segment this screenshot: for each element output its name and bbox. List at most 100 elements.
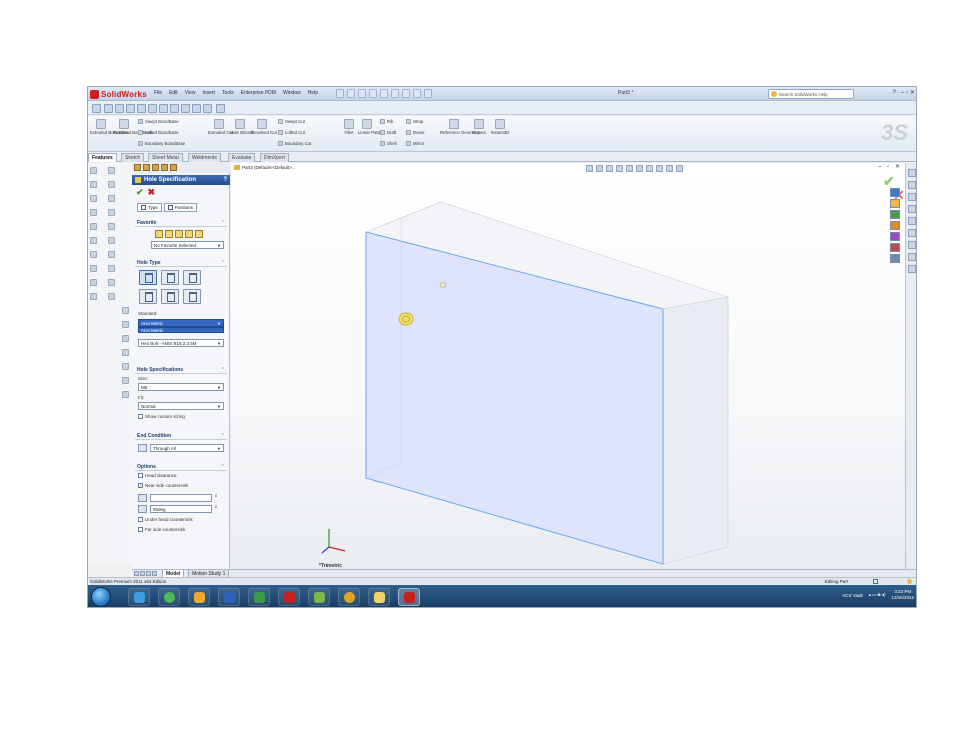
last-tab-icon[interactable]: [152, 571, 157, 576]
point-icon[interactable]: [90, 251, 97, 258]
relations-icon[interactable]: [108, 237, 115, 244]
countersink-icon[interactable]: [161, 270, 179, 285]
angle-spinner-icon[interactable]: ⇕: [214, 505, 218, 513]
instant3d-button[interactable]: Instant3D: [490, 119, 510, 135]
rotate-icon[interactable]: [108, 293, 115, 300]
far-side-countersink-checkbox[interactable]: Far side countersink: [138, 527, 186, 532]
undo-icon[interactable]: [380, 89, 388, 98]
wrap-button[interactable]: Wrap: [406, 119, 423, 124]
display-icon[interactable]: [203, 104, 212, 113]
extruded-cut-button[interactable]: Extruded Cut: [208, 119, 233, 135]
solidworks-resources-icon[interactable]: [908, 169, 916, 177]
line-icon[interactable]: [108, 167, 115, 174]
sketch-line-icon[interactable]: [216, 104, 225, 113]
countersink-angle-input[interactable]: 90deg: [150, 505, 212, 513]
delete-favorite-icon[interactable]: [185, 230, 193, 238]
reference-plane-icon[interactable]: [122, 307, 129, 314]
revolved-boss-button[interactable]: Revolved Boss/Base: [113, 119, 153, 135]
menu-enterprise-pdm[interactable]: Enterprise PDM: [241, 90, 276, 96]
tab-dimxpert[interactable]: DimXpert: [260, 153, 289, 162]
menu-file[interactable]: File: [154, 90, 162, 96]
menu-edit[interactable]: Edit: [169, 90, 178, 96]
draft-button[interactable]: Draft: [380, 130, 396, 135]
new-document-icon[interactable]: [336, 89, 344, 98]
outlook-taskbar-button[interactable]: [188, 588, 210, 606]
type-select[interactable]: Hex Bolt - ANSI B18.2.3.5M ▼: [138, 339, 224, 347]
convert-entities-icon[interactable]: [108, 223, 115, 230]
counterbore-icon[interactable]: [139, 270, 157, 285]
configuration-manager-icon[interactable]: [152, 164, 159, 171]
help-status-icon[interactable]: [907, 579, 912, 584]
first-tab-icon[interactable]: [134, 571, 139, 576]
previous-tab-icon[interactable]: [140, 571, 145, 576]
lofted-cut-button[interactable]: Lofted Cut: [278, 130, 305, 135]
chamfer-icon[interactable]: [148, 104, 157, 113]
graphics-area[interactable]: Part3 (Default<<Default>... – ▫ ✕ ✔ ✕: [231, 163, 905, 575]
print-icon[interactable]: [369, 89, 377, 98]
tab-type[interactable]: Type: [137, 203, 162, 212]
swept-boss-button[interactable]: Swept Boss/Base: [138, 119, 179, 124]
resources-tab-icon[interactable]: [890, 188, 900, 197]
diameter-spinner-icon[interactable]: ⇕: [214, 494, 218, 502]
cancel-button[interactable]: ✖: [148, 187, 156, 197]
hole-specifications-header[interactable]: Hole Specifications ⌃: [135, 366, 227, 374]
appearance-icon[interactable]: [192, 104, 201, 113]
tab-positions[interactable]: Positions: [163, 203, 198, 212]
add-favorite-icon[interactable]: [165, 230, 173, 238]
lofted-boss-button[interactable]: Lofted Boss/Base: [138, 130, 179, 135]
appearance-tab-icon[interactable]: [890, 232, 900, 241]
feature-tree-icon[interactable]: [134, 164, 141, 171]
property-manager-icon[interactable]: [143, 164, 150, 171]
apply-defaults-icon[interactable]: [155, 230, 163, 238]
shell-icon[interactable]: [159, 104, 168, 113]
mirror-icon[interactable]: [181, 104, 190, 113]
toolbox-icon[interactable]: [908, 253, 916, 261]
dome-button[interactable]: Dome: [406, 130, 424, 135]
tab-evaluate[interactable]: Evaluate: [228, 153, 256, 162]
view-palette-icon[interactable]: [908, 217, 916, 225]
pin-icon[interactable]: [92, 104, 101, 113]
legacy-hole-icon[interactable]: [183, 289, 201, 304]
extruded-boss-button[interactable]: Extruded Boss/Base: [90, 119, 129, 135]
start-button-icon[interactable]: [91, 587, 111, 607]
menu-insert[interactable]: Insert: [202, 90, 215, 96]
properties-tab-icon[interactable]: [890, 243, 900, 252]
file-explorer-taskbar-button[interactable]: [368, 588, 390, 606]
trim-icon[interactable]: [90, 265, 97, 272]
swept-cut-button[interactable]: Swept Cut: [278, 119, 305, 124]
tray-icons[interactable]: ▴ ▭ ◙ ◂): [869, 592, 886, 598]
standard-dropdown-option[interactable]: Ansi Metric: [138, 327, 224, 333]
head-clearance-checkbox[interactable]: Head clearance: [138, 473, 177, 478]
axis-icon[interactable]: [122, 321, 129, 328]
extend-icon[interactable]: [108, 209, 115, 216]
show-custom-sizing-checkbox[interactable]: Show custom sizing: [138, 414, 185, 419]
tab-weldments[interactable]: Weldments: [188, 153, 221, 162]
palette-tab-icon[interactable]: [890, 221, 900, 230]
reference-geometry-button[interactable]: Reference Geometry: [440, 119, 480, 135]
end-condition-header[interactable]: End Condition ⌃: [135, 432, 227, 440]
search-icon[interactable]: [908, 205, 916, 213]
hole-wizard-button[interactable]: Hole Wizard: [230, 119, 253, 135]
tab-sketch[interactable]: Sketch: [121, 153, 145, 162]
help-search-box[interactable]: Search SolidWorks Help: [768, 89, 854, 99]
library-tab-icon[interactable]: [890, 199, 900, 208]
fillet-icon[interactable]: [137, 104, 146, 113]
hole-icon[interactable]: [183, 270, 201, 285]
menu-window[interactable]: Window: [283, 90, 301, 96]
linear-pattern-button[interactable]: Linear Pattern: [358, 119, 385, 135]
favorite-header[interactable]: Favorite ⌃: [135, 219, 227, 227]
tray-label[interactable]: ACS Vault: [842, 593, 862, 598]
appearances-icon[interactable]: [908, 229, 916, 237]
cut-icon[interactable]: [126, 104, 135, 113]
sketch-icon[interactable]: [104, 104, 113, 113]
pattern-icon[interactable]: [170, 104, 179, 113]
revolved-cut-button[interactable]: Revolved Cut: [251, 119, 277, 135]
select-icon[interactable]: [391, 89, 399, 98]
solidworks-taskbar-button[interactable]: [398, 588, 420, 606]
ok-button[interactable]: ✔: [136, 187, 144, 197]
menu-view[interactable]: View: [185, 90, 196, 96]
extrude-icon[interactable]: [115, 104, 124, 113]
window-controls[interactable]: ? · – ▫ ✕: [893, 89, 916, 96]
media-player-taskbar-button[interactable]: [158, 588, 180, 606]
rib-button[interactable]: Rib: [380, 119, 393, 124]
